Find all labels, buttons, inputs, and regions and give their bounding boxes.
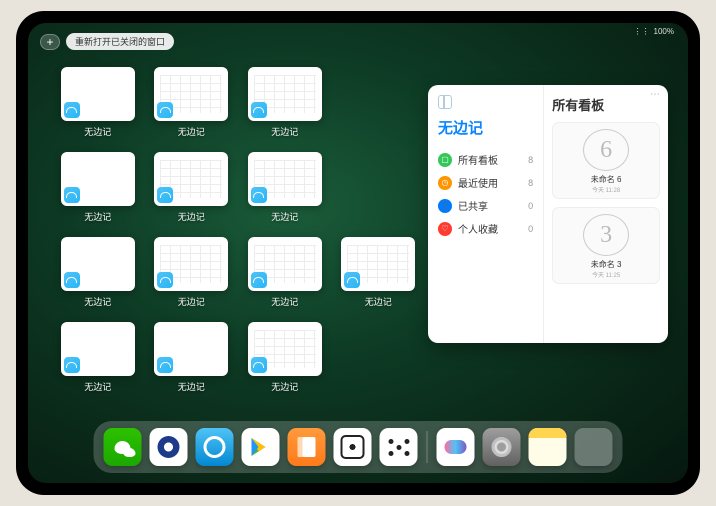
freeform-icon — [251, 187, 267, 203]
board-timestamp: 今天 11:25 — [592, 270, 620, 279]
freeform-icon — [251, 102, 267, 118]
window-tile[interactable]: 无边记 — [58, 152, 138, 223]
board-preview: 6 — [583, 129, 629, 171]
filter-label: 个人收藏 — [458, 221, 498, 236]
window-tile[interactable]: 无边记 — [152, 237, 232, 308]
app-notes-icon[interactable] — [529, 428, 567, 466]
wifi-icon: ⋮⋮ — [634, 27, 650, 36]
freeform-icon — [64, 357, 80, 373]
window-tile[interactable]: 无边记 — [152, 67, 232, 138]
freeform-icon — [64, 187, 80, 203]
window-tile[interactable]: 无边记 — [58, 67, 138, 138]
window-tile[interactable]: 无边记 — [245, 322, 325, 393]
window-tile[interactable]: 无边记 — [245, 237, 325, 308]
sidebar-toggle-icon[interactable] — [438, 95, 452, 109]
multitask-grid: 无边记 无边记 无边记 无边记 无边记 无边记 — [58, 67, 418, 393]
panel-sidebar: 无边记 ▢ 所有看板 8 ◷ 最近使用 8 👤 已共享 0 ♡ — [428, 85, 543, 343]
window-tile[interactable]: 无边记 — [58, 237, 138, 308]
filter-count: 8 — [528, 155, 533, 165]
dock-divider — [427, 431, 428, 463]
tile-label: 无边记 — [271, 125, 298, 138]
filter-shared[interactable]: 👤 已共享 0 — [438, 194, 533, 217]
screen: ⋮⋮ 100% + 重新打开已关闭的窗口 无边记 无边记 无边记 — [28, 23, 688, 483]
status-bar: ⋮⋮ 100% — [634, 27, 674, 36]
board-card[interactable]: 3 未命名 3 今天 11:25 — [552, 207, 660, 284]
filter-favorites[interactable]: ♡ 个人收藏 0 — [438, 217, 533, 240]
tile-label: 无边记 — [84, 380, 111, 393]
board-preview: 3 — [583, 214, 629, 256]
filter-count: 0 — [528, 201, 533, 211]
freeform-panel[interactable]: ⋯ 无边记 ▢ 所有看板 8 ◷ 最近使用 8 👤 已共享 0 — [428, 85, 668, 343]
freeform-icon — [157, 272, 173, 288]
filter-count: 8 — [528, 178, 533, 188]
app-graph-icon[interactable] — [380, 428, 418, 466]
app-wechat-icon[interactable] — [104, 428, 142, 466]
tile-label: 无边记 — [271, 380, 298, 393]
dock — [94, 421, 623, 473]
tile-label: 无边记 — [271, 295, 298, 308]
tile-label: 无边记 — [178, 295, 205, 308]
tile-label: 无边记 — [84, 210, 111, 223]
app-quark-icon[interactable] — [150, 428, 188, 466]
ipad-frame: ⋮⋮ 100% + 重新打开已关闭的窗口 无边记 无边记 无边记 — [16, 11, 700, 495]
add-button[interactable]: + — [40, 34, 60, 50]
reopen-window-button[interactable]: 重新打开已关闭的窗口 — [66, 33, 174, 50]
app-browser-icon[interactable] — [196, 428, 234, 466]
heart-icon: ♡ — [438, 222, 452, 236]
filter-label: 所有看板 — [458, 152, 498, 167]
app-play-icon[interactable] — [242, 428, 280, 466]
top-bar: + 重新打开已关闭的窗口 — [40, 33, 174, 50]
board-timestamp: 今天 11:28 — [592, 185, 620, 194]
window-tile[interactable]: 无边记 — [152, 322, 232, 393]
freeform-icon — [344, 272, 360, 288]
app-folder-icon[interactable] — [575, 428, 613, 466]
tile-label: 无边记 — [178, 380, 205, 393]
freeform-icon — [157, 187, 173, 203]
tile-label: 无边记 — [178, 125, 205, 138]
board-name: 未命名 6 — [591, 174, 622, 185]
freeform-icon — [157, 357, 173, 373]
window-tile[interactable]: 无边记 — [339, 237, 419, 308]
app-books-icon[interactable] — [288, 428, 326, 466]
person-icon: 👤 — [438, 199, 452, 213]
tile-label: 无边记 — [365, 295, 392, 308]
freeform-icon — [251, 357, 267, 373]
app-settings-icon[interactable] — [483, 428, 521, 466]
app-dice-icon[interactable] — [334, 428, 372, 466]
window-tile[interactable]: 无边记 — [245, 67, 325, 138]
tile-label: 无边记 — [84, 295, 111, 308]
tile-label: 无边记 — [271, 210, 298, 223]
board-name: 未命名 3 — [591, 259, 622, 270]
filter-label: 最近使用 — [458, 175, 498, 190]
filter-recent[interactable]: ◷ 最近使用 8 — [438, 171, 533, 194]
freeform-icon — [64, 272, 80, 288]
freeform-icon — [157, 102, 173, 118]
window-tile[interactable]: 无边记 — [58, 322, 138, 393]
freeform-icon — [64, 102, 80, 118]
more-icon[interactable]: ⋯ — [650, 89, 660, 100]
app-freeform-icon[interactable] — [437, 428, 475, 466]
filter-count: 0 — [528, 224, 533, 234]
window-tile[interactable]: 无边记 — [152, 152, 232, 223]
panel-content: 所有看板 6 未命名 6 今天 11:28 3 未命名 3 今天 11:25 — [543, 85, 668, 343]
tile-label: 无边记 — [178, 210, 205, 223]
window-tile[interactable]: 无边记 — [245, 152, 325, 223]
freeform-icon — [251, 272, 267, 288]
board-card[interactable]: 6 未命名 6 今天 11:28 — [552, 122, 660, 199]
section-title: 所有看板 — [552, 95, 660, 114]
grid-icon: ▢ — [438, 153, 452, 167]
clock-icon: ◷ — [438, 176, 452, 190]
panel-title: 无边记 — [438, 117, 533, 138]
tile-label: 无边记 — [84, 125, 111, 138]
filter-label: 已共享 — [458, 198, 488, 213]
battery-label: 100% — [654, 27, 674, 36]
filter-all-boards[interactable]: ▢ 所有看板 8 — [438, 148, 533, 171]
